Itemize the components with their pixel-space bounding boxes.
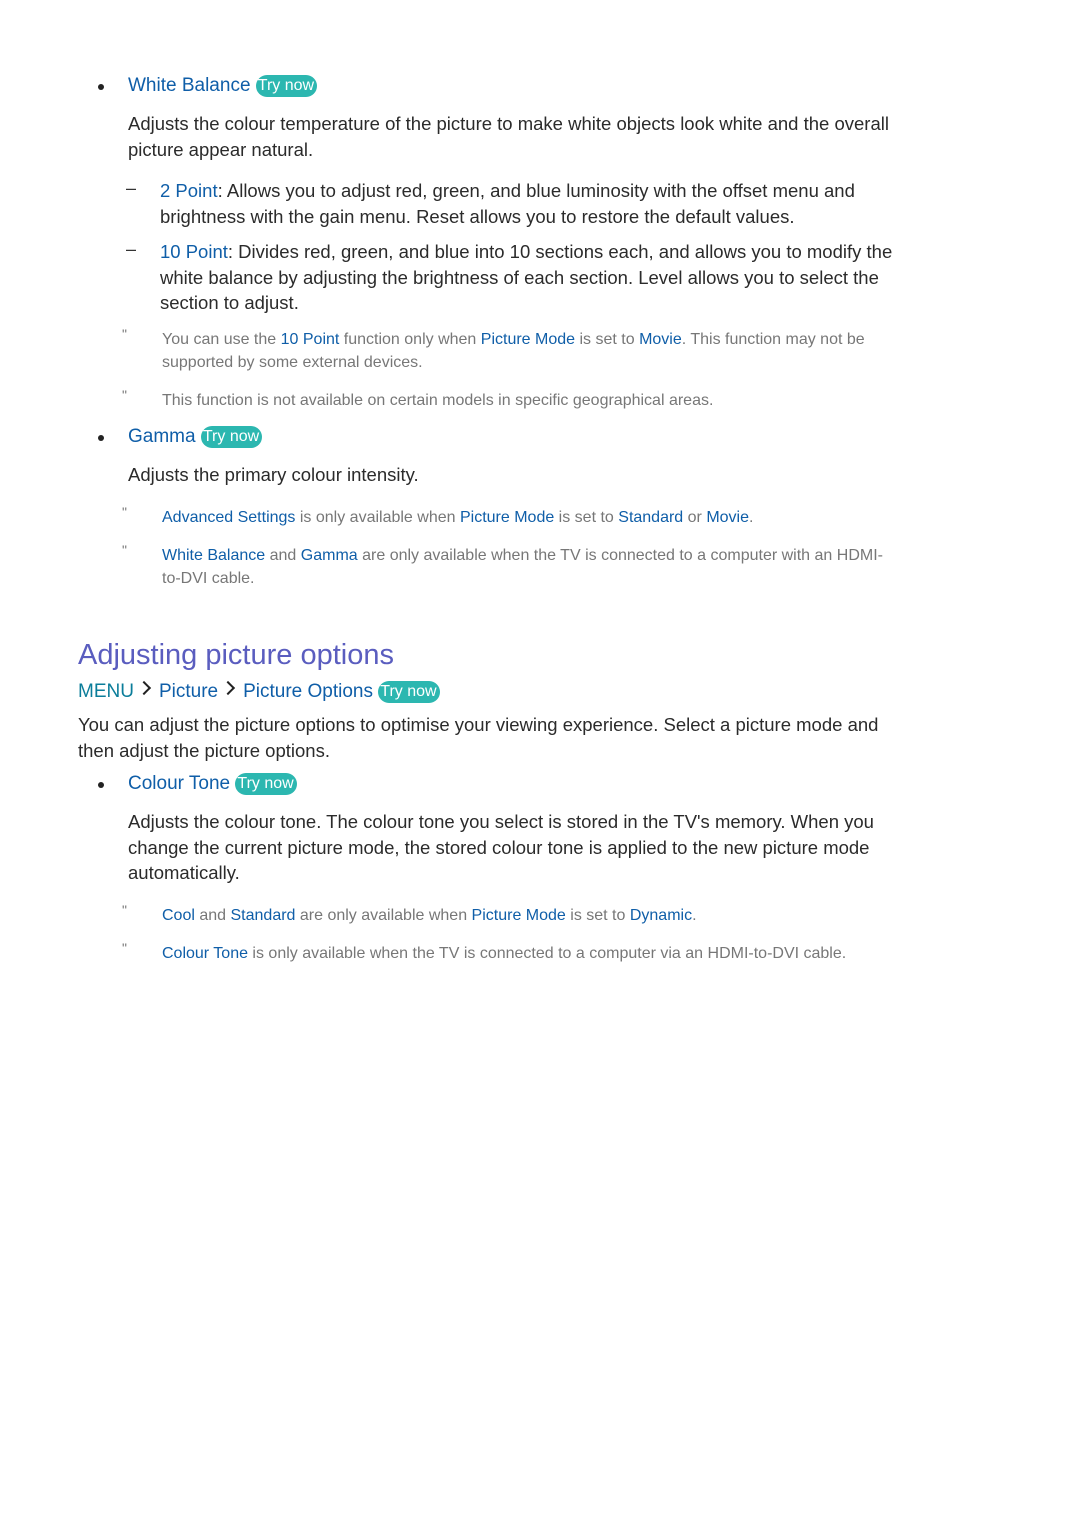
colour-tone-item: Colour Tone Try now xyxy=(128,772,297,796)
breadcrumb-picture[interactable]: Picture xyxy=(159,681,218,702)
text: and xyxy=(194,907,231,924)
white-balance-item: White Balance Try now xyxy=(128,74,318,98)
sub-item-10-point: 10 Point: Divides red, green, and blue i… xyxy=(160,239,892,316)
text: . xyxy=(692,907,697,924)
keyword: 10 Point xyxy=(280,331,340,348)
text-line: change the current picture mode, the sto… xyxy=(128,836,870,858)
try-now-button[interactable]: Try now xyxy=(378,681,440,703)
note: Advanced Settings is only available when… xyxy=(162,506,753,529)
text: are only available when the TV is connec… xyxy=(357,547,883,564)
keyword: Movie xyxy=(706,509,750,526)
note-icon: " xyxy=(122,542,127,558)
text: . xyxy=(749,509,754,526)
note-icon: " xyxy=(122,326,127,342)
note: You can use the 10 Point function only w… xyxy=(162,328,865,374)
text: You can use the xyxy=(162,331,281,348)
keyword: Gamma xyxy=(300,547,358,564)
bullet-icon xyxy=(98,782,104,788)
try-now-button[interactable]: Try now xyxy=(255,75,318,97)
white-balance-title: White Balance xyxy=(128,75,251,96)
dash-icon: – xyxy=(126,178,137,198)
try-now-button[interactable]: Try now xyxy=(235,773,297,795)
text-line: to-DVI cable. xyxy=(162,570,255,587)
gamma-title: Gamma xyxy=(128,426,196,447)
text-line: section to adjust. xyxy=(160,292,299,313)
keyword: Dynamic xyxy=(629,907,693,924)
breadcrumb-picture-options[interactable]: Picture Options xyxy=(243,681,373,702)
note: This function is not available on certai… xyxy=(162,392,714,409)
keyword: Picture Mode xyxy=(480,331,576,348)
colour-tone-description: Adjusts the colour tone. The colour tone… xyxy=(128,809,874,886)
chevron-right-icon xyxy=(221,680,236,696)
text: is only available when xyxy=(295,509,460,526)
note: White Balance and Gamma are only availab… xyxy=(162,544,883,590)
keyword: Picture Mode xyxy=(459,509,555,526)
note-icon: " xyxy=(122,902,127,918)
text: are only available when xyxy=(295,907,472,924)
gamma-item: Gamma Try now xyxy=(128,425,263,449)
text-line: You can adjust the picture options to op… xyxy=(78,714,879,735)
text: is set to xyxy=(565,907,630,924)
text-line: white balance by adjusting the brightnes… xyxy=(160,266,879,288)
note-icon: " xyxy=(122,940,127,956)
text: is set to xyxy=(554,509,619,526)
text-line: automatically. xyxy=(128,862,240,883)
white-balance-description: Adjusts the colour temperature of the pi… xyxy=(128,111,889,162)
note-icon: " xyxy=(122,387,127,403)
text-line: brightness with the gain menu. Reset all… xyxy=(160,205,795,227)
text-line: picture appear natural. xyxy=(128,138,314,160)
breadcrumb-menu[interactable]: MENU xyxy=(78,681,134,702)
bullet-icon xyxy=(98,84,104,90)
text-line: : Allows you to adjust red, green, and b… xyxy=(217,180,855,201)
note: Cool and Standard are only available whe… xyxy=(162,904,697,927)
text-line: : Divides red, green, and blue into 10 s… xyxy=(227,241,893,262)
text: is set to xyxy=(575,331,640,348)
text-line: Adjusts the colour temperature of the pi… xyxy=(128,113,889,134)
bullet-icon xyxy=(98,435,104,441)
note-icon: " xyxy=(122,504,127,520)
breadcrumb: MENU Picture Picture Options Try now xyxy=(78,680,440,704)
sub-item-2-point: 2 Point: Allows you to adjust red, green… xyxy=(160,178,855,229)
gamma-description: Adjusts the primary colour intensity. xyxy=(128,464,419,485)
text: or xyxy=(683,509,707,526)
keyword: Picture Mode xyxy=(471,907,566,924)
keyword: 2 Point xyxy=(160,180,218,201)
dash-icon: – xyxy=(126,239,137,259)
keyword: Standard xyxy=(618,509,684,526)
text-line: then adjust the picture options. xyxy=(78,739,330,761)
text-line: supported by some external devices. xyxy=(162,354,423,371)
text: . This function may not be xyxy=(681,331,865,348)
text: and xyxy=(265,547,301,564)
keyword: Movie xyxy=(639,331,682,348)
note: Colour Tone is only available when the T… xyxy=(162,942,846,965)
try-now-button[interactable]: Try now xyxy=(200,426,263,448)
keyword: Colour Tone xyxy=(162,945,248,962)
keyword: Cool xyxy=(162,907,195,924)
text: is only available when the TV is connect… xyxy=(247,945,847,962)
text: function only when xyxy=(339,331,481,348)
section-heading: Adjusting picture options xyxy=(78,639,394,671)
chevron-right-icon xyxy=(136,680,152,696)
keyword: Advanced Settings xyxy=(162,509,296,526)
keyword: White Balance xyxy=(162,547,266,564)
text-line: Adjusts the colour tone. The colour tone… xyxy=(128,811,874,832)
keyword: Standard xyxy=(230,907,296,924)
section-intro: You can adjust the picture options to op… xyxy=(78,712,878,763)
colour-tone-title: Colour Tone xyxy=(128,773,231,794)
keyword: 10 Point xyxy=(160,241,228,262)
